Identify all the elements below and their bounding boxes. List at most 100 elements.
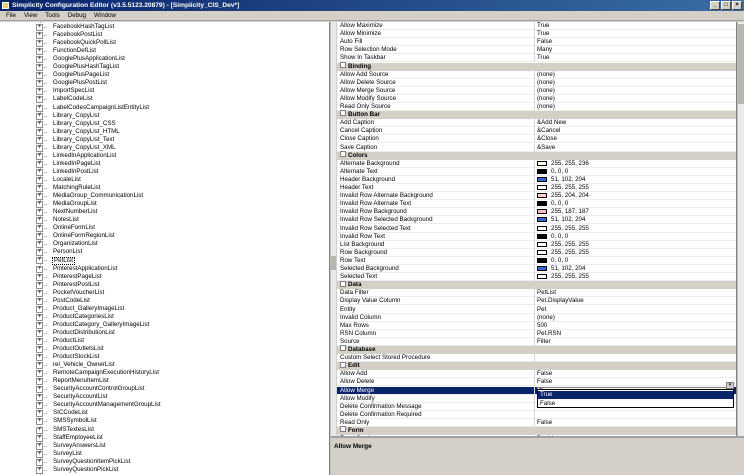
property-value[interactable]: Pet.DisplayValue [537, 297, 584, 305]
property-value[interactable]: 51, 102, 204 [551, 176, 585, 184]
tree-item[interactable]: + Library_CopyList [0, 112, 329, 120]
expand-toggle-icon[interactable]: + [36, 434, 43, 442]
property-value[interactable]: True [537, 54, 550, 62]
property-value[interactable]: 0, 0, 0 [551, 257, 568, 265]
expand-toggle-icon[interactable]: + [36, 249, 43, 257]
property-value[interactable]: (none) [537, 71, 555, 79]
expand-toggle-icon[interactable]: + [36, 193, 43, 201]
tree-item[interactable]: + ProductCategory_GalleryImageList [0, 321, 329, 329]
expand-toggle-icon[interactable]: + [36, 354, 43, 362]
tree-item[interactable]: + Library_CopyList_Text [0, 136, 329, 144]
tree-item[interactable]: + PocketVoucherList [0, 289, 329, 297]
tree-item[interactable]: + ProductCategoriesList [0, 313, 329, 321]
tree-item[interactable]: + LinkedInPostList [0, 168, 329, 176]
property-row[interactable]: Allow Add Source (none) [337, 70, 736, 79]
expand-toggle-icon[interactable]: + [36, 386, 43, 394]
tree-item[interactable]: + ReportMenuItemList [0, 377, 329, 386]
property-value[interactable]: &Close [537, 135, 557, 143]
tree-item[interactable]: + NextNumberList [0, 208, 329, 217]
property-value[interactable]: 255, 255, 255 [551, 273, 589, 281]
expand-toggle-icon[interactable]: + [36, 201, 43, 209]
expand-toggle-icon[interactable]: + [36, 418, 43, 426]
property-row[interactable]: Allow Add False [337, 370, 736, 379]
expand-toggle-icon[interactable]: + [36, 450, 43, 458]
tree-item[interactable]: + FacebookHashTagList [0, 23, 329, 31]
tree-scrollbar[interactable] [330, 22, 336, 475]
expand-toggle-icon[interactable]: + [36, 426, 43, 434]
property-category[interactable]: Colors [337, 150, 736, 160]
expand-toggle-icon[interactable]: + [36, 88, 43, 96]
expand-toggle-icon[interactable]: + [36, 458, 43, 466]
property-category[interactable]: Binding [337, 61, 736, 71]
property-value[interactable]: 0, 0, 0 [551, 200, 568, 208]
tree-item[interactable]: + SMSSymbolList [0, 417, 329, 426]
property-row[interactable]: Invalid Row Alternate Background 255, 204… [337, 192, 736, 201]
expand-toggle-icon[interactable]: + [36, 144, 43, 152]
property-grid-scrollbar[interactable] [737, 22, 744, 436]
property-value[interactable]: 0, 0, 0 [551, 233, 568, 241]
property-category[interactable]: Button Bar [337, 110, 736, 120]
tree-item[interactable]: + PostCodeList [0, 297, 329, 305]
expand-toggle-icon[interactable]: + [36, 48, 43, 56]
tree-item[interactable]: + LocaleList [0, 176, 329, 184]
property-value[interactable]: False [537, 370, 552, 378]
collapse-toggle-icon[interactable] [340, 361, 346, 368]
expand-toggle-icon[interactable]: + [36, 346, 43, 353]
tree-item[interactable]: + FacebookQuickPollList [0, 39, 329, 48]
property-value[interactable]: Many [537, 46, 552, 54]
property-value[interactable]: True [537, 30, 550, 38]
property-value[interactable]: (none) [537, 87, 555, 95]
minimize-button[interactable]: _ [710, 1, 720, 10]
property-value[interactable]: 51, 102, 204 [551, 265, 585, 273]
property-row[interactable]: Allow Minimize True [337, 30, 736, 39]
tree-item[interactable]: + PinterestPageList [0, 273, 329, 281]
property-row[interactable]: Selected Background 51, 102, 204 [337, 265, 736, 273]
menu-window[interactable]: Window [94, 11, 116, 20]
expand-toggle-icon[interactable]: + [36, 209, 43, 217]
tree-item[interactable]: + LinkedInPageList [0, 160, 329, 168]
tree-item[interactable]: + SecurityAccountManagementGroupList [0, 401, 329, 410]
tree-item[interactable]: + SurveyAnswersList [0, 442, 329, 450]
property-row[interactable]: Header Background 51, 102, 204 [337, 175, 736, 184]
expand-toggle-icon[interactable]: + [36, 80, 43, 88]
property-category[interactable]: Form [337, 426, 736, 435]
tree-item[interactable]: + LabelCodesCampaignListEntityList [0, 104, 329, 112]
tree-item[interactable]: + MediaGroupList [0, 200, 329, 209]
property-row[interactable]: Data Filter PetList [337, 289, 736, 298]
property-value[interactable]: (none) [537, 103, 555, 111]
expand-toggle-icon[interactable]: + [36, 120, 43, 128]
tree-item[interactable]: + OnlineFormList [0, 224, 329, 233]
expand-toggle-icon[interactable]: + [36, 281, 43, 289]
entity-tree[interactable]: + FacebookHashTagList + FacebookPostList + Fa… [0, 22, 330, 475]
tree-item[interactable]: + ProductOutletsList [0, 345, 329, 353]
tree-item[interactable]: + ProductList [0, 337, 329, 345]
property-row[interactable]: List Background 255, 255, 255 [337, 240, 736, 249]
property-value[interactable]: (none) [537, 314, 555, 322]
property-value[interactable]: 255, 255, 255 [551, 241, 589, 249]
tree-item[interactable]: + PinterestApplicationList [0, 265, 329, 273]
tree-item[interactable]: + ProductDistributionList [0, 329, 329, 337]
tree-scrollbar-thumb[interactable] [331, 256, 336, 270]
property-row[interactable]: Row Selection Mode Many [337, 46, 736, 55]
tree-item[interactable]: + GooglePlusPageList [0, 71, 329, 80]
dropdown-option-true[interactable]: True [538, 391, 733, 399]
tree-item[interactable]: + SurveyQuestionItemPickList [0, 458, 329, 466]
expand-toggle-icon[interactable]: + [36, 289, 43, 297]
tree-item[interactable]: + MediaGroup_CommunicationList [0, 192, 329, 201]
tree-item[interactable]: + GooglePlusApplicationList [0, 55, 329, 64]
tree-item[interactable]: + FunctionDefList [0, 47, 329, 56]
property-row[interactable]: Selected Text 255, 255, 255 [337, 273, 736, 282]
property-grid-scrollbar-thumb[interactable] [738, 24, 744, 104]
property-row[interactable]: Max Rows 500 [337, 321, 736, 330]
property-row[interactable]: Header Text 255, 255, 255 [337, 184, 736, 192]
property-row[interactable]: Alternate Text 0, 0, 0 [337, 167, 736, 176]
expand-toggle-icon[interactable]: + [36, 136, 43, 144]
tree-item[interactable]: + LabelCodeList [0, 95, 329, 104]
tree-item[interactable]: + PinterestPostList [0, 281, 329, 289]
expand-toggle-icon[interactable]: + [36, 362, 43, 370]
property-value[interactable]: (none) [537, 79, 555, 87]
collapse-toggle-icon[interactable] [340, 426, 346, 433]
close-button[interactable]: × [732, 1, 742, 10]
menu-view[interactable]: View [24, 11, 37, 20]
tree-item[interactable]: + SICCodeList [0, 409, 329, 418]
